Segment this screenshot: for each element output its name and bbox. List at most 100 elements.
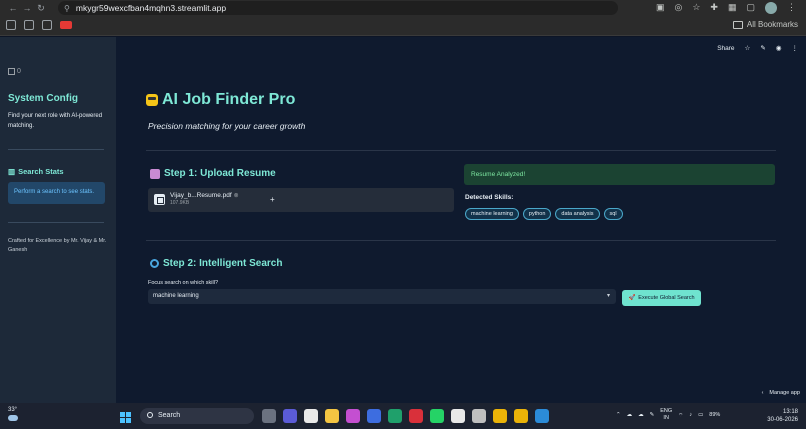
manage-app-button[interactable]: ‹ Manage app	[762, 390, 800, 396]
clock[interactable]: 13:18 30-06-2026	[767, 408, 798, 424]
onedrive-icon[interactable]: ☁	[627, 412, 633, 418]
chart-icon: ▥	[8, 167, 16, 176]
edge-icon[interactable]	[388, 409, 402, 423]
detected-skills-label: Detected Skills:	[465, 194, 514, 201]
edit-icon[interactable]: ✎	[760, 44, 765, 52]
inbox-icon	[150, 168, 160, 179]
clock-time: 13:18	[782, 409, 798, 415]
search-stats-title: Search Stats	[18, 167, 64, 176]
task-view-icon[interactable]	[262, 409, 276, 423]
address-bar[interactable]: ⚲ mkygr59wexcfban4mqhn3.streamlit.app	[58, 1, 618, 15]
file-explorer-icon[interactable]	[325, 409, 339, 423]
skill-select[interactable]: machine learning ▾	[148, 289, 616, 304]
taskbar-apps	[262, 409, 549, 423]
search-stats-heading: ▥ Search Stats	[8, 167, 64, 176]
cloud-icon	[8, 415, 18, 421]
rocket-icon: 🚀	[628, 295, 636, 301]
battery-icon[interactable]: ▭	[698, 412, 703, 418]
pen-icon[interactable]: ✎	[650, 412, 655, 418]
apps-grid-icon[interactable]	[42, 20, 52, 30]
bookmark-icon[interactable]	[6, 20, 16, 30]
site-info-icon[interactable]: ⚲	[64, 4, 70, 13]
search-icon	[147, 412, 153, 418]
youtube-icon[interactable]	[60, 21, 72, 29]
magnifier-icon	[150, 259, 159, 268]
share-button[interactable]: Share	[717, 45, 734, 52]
cloud-icon[interactable]: ☁	[638, 412, 644, 418]
star-icon[interactable]: ☆	[692, 2, 700, 14]
taskbar-search[interactable]: Search	[140, 408, 254, 424]
language-indicator[interactable]: ENG IN	[660, 408, 672, 422]
all-bookmarks-button[interactable]: All Bookmarks	[732, 20, 798, 29]
folder-icon	[732, 20, 743, 29]
skills-list: machine learning python data analysis sq…	[465, 208, 623, 220]
whatsapp-icon[interactable]	[430, 409, 444, 423]
sidebar: 0 System Config Find your next role with…	[0, 37, 116, 403]
focus-skill-label: Focus search on which skill?	[148, 280, 219, 286]
all-bookmarks-label: All Bookmarks	[746, 20, 798, 29]
chrome-icon[interactable]	[514, 409, 528, 423]
star-icon[interactable]: ☆	[745, 44, 751, 52]
back-icon[interactable]: ←	[6, 3, 20, 13]
step1-heading-text: Step 1: Upload Resume	[164, 168, 276, 179]
battery-percent: 89%	[709, 412, 721, 418]
profile-avatar[interactable]	[765, 2, 777, 14]
forward-icon[interactable]: →	[20, 3, 34, 13]
copilot-icon[interactable]	[346, 409, 360, 423]
vscode-icon[interactable]	[535, 409, 549, 423]
remove-file-icon[interactable]: ⊗	[234, 193, 239, 199]
cast-icon[interactable]: ▣	[656, 2, 665, 14]
menu-icon[interactable]: ⋮	[787, 2, 796, 14]
app-toolbar: Share ☆ ✎ ◉ ⋮	[717, 44, 799, 53]
region-code: IN	[663, 415, 669, 421]
openai-icon[interactable]	[472, 409, 486, 423]
page-title-text: AI Job Finder Pro	[162, 91, 296, 108]
chevron-left-icon: ‹	[761, 390, 764, 396]
chatgpt-icon[interactable]	[451, 409, 465, 423]
execute-search-label: Execute Global Search	[638, 295, 695, 301]
broken-image-icon	[8, 68, 15, 75]
wifi-icon[interactable]: ⌔	[678, 412, 683, 419]
sidebar-divider	[8, 222, 104, 223]
puzzle-icon[interactable]: ▦	[728, 2, 737, 14]
stats-info-box: Perform a search to see stats.	[8, 182, 105, 204]
sidebar-credit: Crafted for Excellence by Mr. Vijay & Mr…	[8, 238, 107, 253]
weather-widget[interactable]: 33°	[8, 407, 18, 421]
chevron-up-icon[interactable]: ⌃	[616, 412, 621, 418]
manage-app-label: Manage app	[769, 390, 800, 396]
extension-icon[interactable]: ✚	[710, 2, 718, 14]
bookmark-icon[interactable]	[24, 20, 34, 30]
page-title: AI Job Finder Pro	[146, 91, 295, 109]
windows-start-icon[interactable]	[120, 412, 131, 423]
skill-select-value: machine learning	[153, 293, 199, 299]
more-icon[interactable]: ⋮	[792, 44, 799, 52]
app-icon[interactable]	[367, 409, 381, 423]
step2-heading: Step 2: Intelligent Search	[150, 258, 282, 269]
volume-icon[interactable]: ♪	[689, 412, 692, 418]
github-icon[interactable]: ◉	[776, 44, 782, 52]
page-subtitle: Precision matching for your career growt…	[148, 121, 306, 131]
skill-tag: sql	[603, 208, 623, 220]
wps-icon[interactable]	[409, 409, 423, 423]
execute-search-button[interactable]: 🚀 Execute Global Search	[622, 290, 701, 306]
bookmarks-bar: All Bookmarks	[0, 16, 806, 36]
section-divider	[146, 240, 776, 241]
chrome-icon[interactable]	[493, 409, 507, 423]
document-icon	[154, 193, 165, 205]
app-icon[interactable]	[283, 409, 297, 423]
tab-search-icon[interactable]: ▢	[746, 2, 755, 14]
add-file-icon[interactable]: +	[270, 195, 275, 204]
reload-icon[interactable]: ↻	[34, 3, 48, 14]
skill-tag: data analysis	[555, 208, 600, 220]
skill-tag: machine learning	[465, 208, 519, 220]
taskbar-search-label: Search	[158, 412, 181, 419]
store-icon[interactable]	[304, 409, 318, 423]
sidebar-image: 0	[8, 68, 21, 75]
file-uploader[interactable]: Vijay_b...Resume.pdf ⊗ 107.9KB +	[148, 188, 454, 212]
chevron-down-icon: ▾	[606, 293, 610, 299]
uploaded-file: Vijay_b...Resume.pdf ⊗ 107.9KB	[154, 192, 239, 206]
language-code: ENG	[660, 408, 673, 414]
url-text: mkygr59wexcfban4mqhn3.streamlit.app	[75, 3, 227, 13]
browser-toolbar: ← → ↻ ⚲ mkygr59wexcfban4mqhn3.streamlit.…	[0, 0, 806, 16]
eye-off-icon[interactable]: ◎	[674, 2, 682, 14]
